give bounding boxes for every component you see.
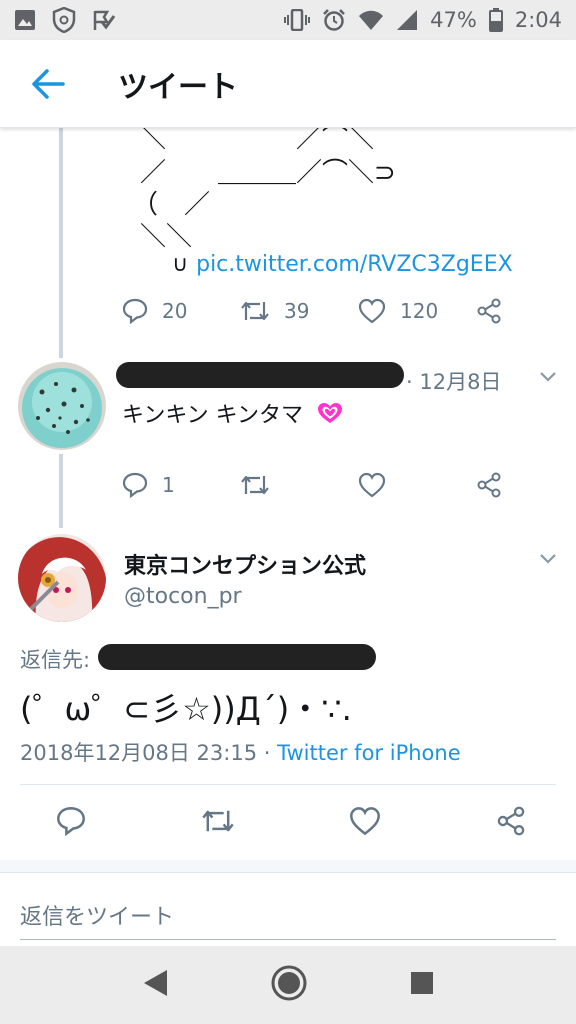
reply-count: 20: [162, 299, 188, 323]
pic-link-row: ∪ pic.twitter.com/RVZC3ZgEEX: [172, 252, 513, 277]
reply-input-placeholder[interactable]: 返信をツイート: [20, 899, 174, 931]
redacted-name: [116, 362, 404, 388]
share-icon: [497, 806, 525, 836]
share-icon: [477, 472, 501, 498]
redacted-reply-target: [98, 644, 376, 670]
divider: [20, 784, 556, 785]
reply-to-label: 返信先:: [20, 648, 91, 672]
nav-home-button[interactable]: [270, 964, 308, 1006]
ascii-line: ＼ ／⌒＼: [140, 124, 375, 154]
like-button[interactable]: [358, 472, 476, 498]
like-button[interactable]: [349, 806, 381, 836]
timestamp-text: 2018年12月08日 23:15 ·: [20, 741, 271, 765]
heart-emoji: [316, 401, 344, 431]
image-icon: [14, 9, 36, 31]
comment-icon: [122, 298, 148, 324]
reply-composer[interactable]: 返信をツイート: [0, 872, 576, 948]
retweet-button[interactable]: [201, 806, 235, 836]
share-button[interactable]: [496, 806, 526, 836]
share-icon: [477, 298, 501, 324]
nav-back-button[interactable]: [141, 968, 169, 1002]
tweet-actions: 20 39 120: [122, 298, 512, 324]
heart-icon: [358, 298, 386, 324]
square-recents-icon: [411, 972, 434, 994]
nav-recents-button[interactable]: [409, 970, 435, 1000]
signal-icon: [396, 9, 418, 31]
reply-button[interactable]: 20: [122, 298, 240, 324]
chevron-down-icon[interactable]: [538, 552, 558, 566]
retweet-count: 39: [284, 299, 310, 323]
user-handle[interactable]: @tocon_pr: [124, 584, 242, 609]
clock-time: 2:04: [514, 8, 562, 32]
vibrate-icon: [284, 9, 311, 31]
retweet-button[interactable]: [240, 472, 358, 498]
divider: [0, 860, 576, 872]
thread-line: [59, 128, 63, 358]
retweet-button[interactable]: 39: [240, 298, 358, 324]
share-button[interactable]: [476, 298, 502, 324]
reply-button[interactable]: [56, 806, 86, 836]
retweet-icon: [241, 475, 269, 495]
battery-percent: 47%: [430, 8, 477, 32]
ascii-line: ／ ＿＿＿／⌒＼⊃: [140, 158, 396, 188]
tweet-actions: 1: [122, 472, 512, 498]
tweet-actions: [56, 806, 526, 836]
tweet-timestamp: 2018年12月08日 23:15 · Twitter for iPhone: [20, 737, 461, 767]
retweet-icon: [201, 810, 234, 832]
home-circle-icon: [271, 965, 307, 1001]
tweet-text-body: キンキン キンタマ: [122, 403, 304, 428]
ascii-line: ＼＼: [140, 222, 193, 252]
comment-icon: [122, 472, 148, 498]
status-bar: 47% 2:04: [0, 0, 576, 40]
heart-icon: [358, 472, 386, 498]
triangle-back-icon: [143, 970, 167, 996]
ascii-art-end: ∪: [172, 252, 189, 277]
tweet-text: キンキン キンタマ: [122, 397, 344, 431]
back-button[interactable]: [18, 54, 78, 114]
like-button[interactable]: 120: [358, 298, 476, 324]
wifi-icon: [358, 9, 384, 31]
check-flag-icon: [92, 8, 116, 32]
tweet-text: (゜ω゜⊂彡☆))Д´)・∵.: [20, 690, 352, 728]
comment-icon: [57, 807, 85, 836]
display-name[interactable]: 東京コンセプション公式: [124, 548, 366, 580]
alarm-icon: [322, 8, 346, 32]
avatar[interactable]: [18, 362, 106, 450]
reply-button[interactable]: 1: [122, 472, 240, 498]
page-title: ツイート: [118, 69, 238, 105]
battery-icon: [488, 8, 503, 32]
heart-icon: [350, 807, 381, 836]
tweet-date: · 12月8日: [406, 370, 502, 394]
client-link[interactable]: Twitter for iPhone: [277, 741, 461, 765]
reply-input-underline: [20, 939, 556, 940]
pic-link[interactable]: pic.twitter.com/RVZC3ZgEEX: [196, 252, 513, 277]
reply-count: 1: [162, 473, 175, 497]
avatar[interactable]: [18, 534, 106, 622]
app-header: ツイート: [0, 40, 576, 128]
ascii-line: （ ／: [132, 190, 211, 220]
arrow-left-icon: [32, 68, 65, 99]
system-nav-bar: [0, 946, 576, 1024]
chevron-down-icon[interactable]: [538, 370, 558, 384]
shield-icon: [52, 7, 76, 33]
share-button[interactable]: [476, 472, 502, 498]
retweet-icon: [241, 301, 269, 321]
thread-line: [59, 454, 63, 528]
like-count: 120: [400, 299, 439, 323]
